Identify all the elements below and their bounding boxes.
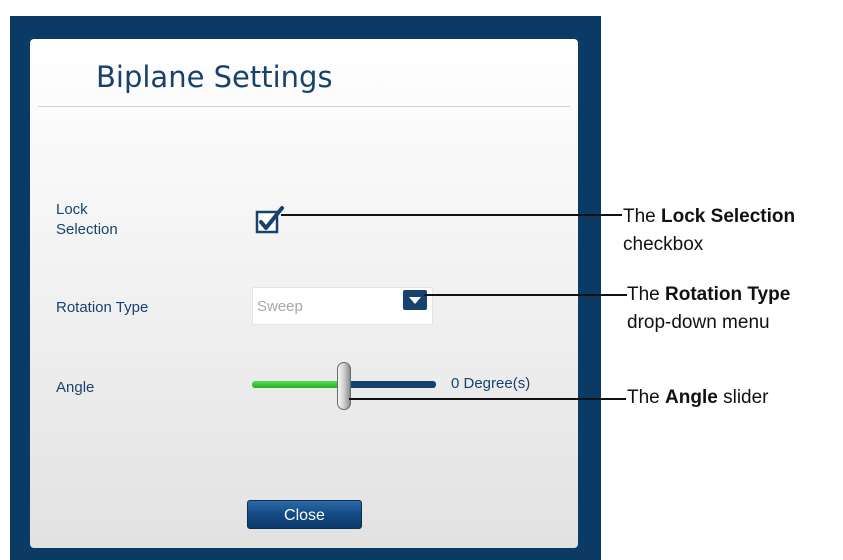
rotation-type-value: Sweep bbox=[257, 298, 303, 315]
angle-value: 0 Degree(s) bbox=[451, 375, 531, 392]
rotation-callout-line bbox=[424, 294, 627, 296]
lock-callout-text: The Lock Selection checkbox bbox=[623, 203, 795, 259]
lock-selection-checkbox[interactable] bbox=[254, 205, 284, 235]
angle-callout-text: The Angle slider bbox=[627, 384, 769, 412]
lock-callout-suffix: checkbox bbox=[623, 234, 704, 255]
rotation-type-label: Rotation Type bbox=[56, 299, 149, 316]
rotation-callout-prefix: The bbox=[627, 284, 666, 305]
title-divider bbox=[38, 106, 570, 107]
lock-selection-label-line2: Selection bbox=[56, 221, 118, 238]
rotation-type-dropdown[interactable]: Sweep bbox=[252, 287, 433, 325]
close-button[interactable]: Close bbox=[247, 500, 362, 529]
lock-callout-line bbox=[281, 214, 622, 216]
angle-callout-bold: Angle bbox=[665, 387, 718, 408]
angle-slider-track[interactable] bbox=[348, 381, 436, 388]
rotation-callout-text: The Rotation Type drop-down menu bbox=[627, 281, 790, 337]
dropdown-arrow-icon[interactable] bbox=[403, 290, 427, 310]
lock-selection-label: Lock Selection bbox=[56, 200, 118, 240]
angle-label: Angle bbox=[56, 379, 95, 396]
angle-slider-thumb[interactable] bbox=[337, 362, 351, 410]
dialog-title: Biplane Settings bbox=[96, 60, 333, 94]
angle-callout-line bbox=[349, 398, 626, 400]
rotation-callout-bold: Rotation Type bbox=[665, 284, 791, 305]
angle-callout-prefix: The bbox=[627, 387, 666, 408]
lock-selection-label-line1: Lock bbox=[56, 201, 88, 218]
rotation-callout-suffix: drop-down menu bbox=[627, 312, 770, 333]
lock-callout-bold: Lock Selection bbox=[661, 206, 796, 227]
lock-callout-prefix: The bbox=[623, 206, 662, 227]
angle-callout-suffix: slider bbox=[717, 387, 769, 408]
checkmark-icon bbox=[255, 206, 284, 234]
angle-slider-fill[interactable] bbox=[252, 381, 344, 388]
